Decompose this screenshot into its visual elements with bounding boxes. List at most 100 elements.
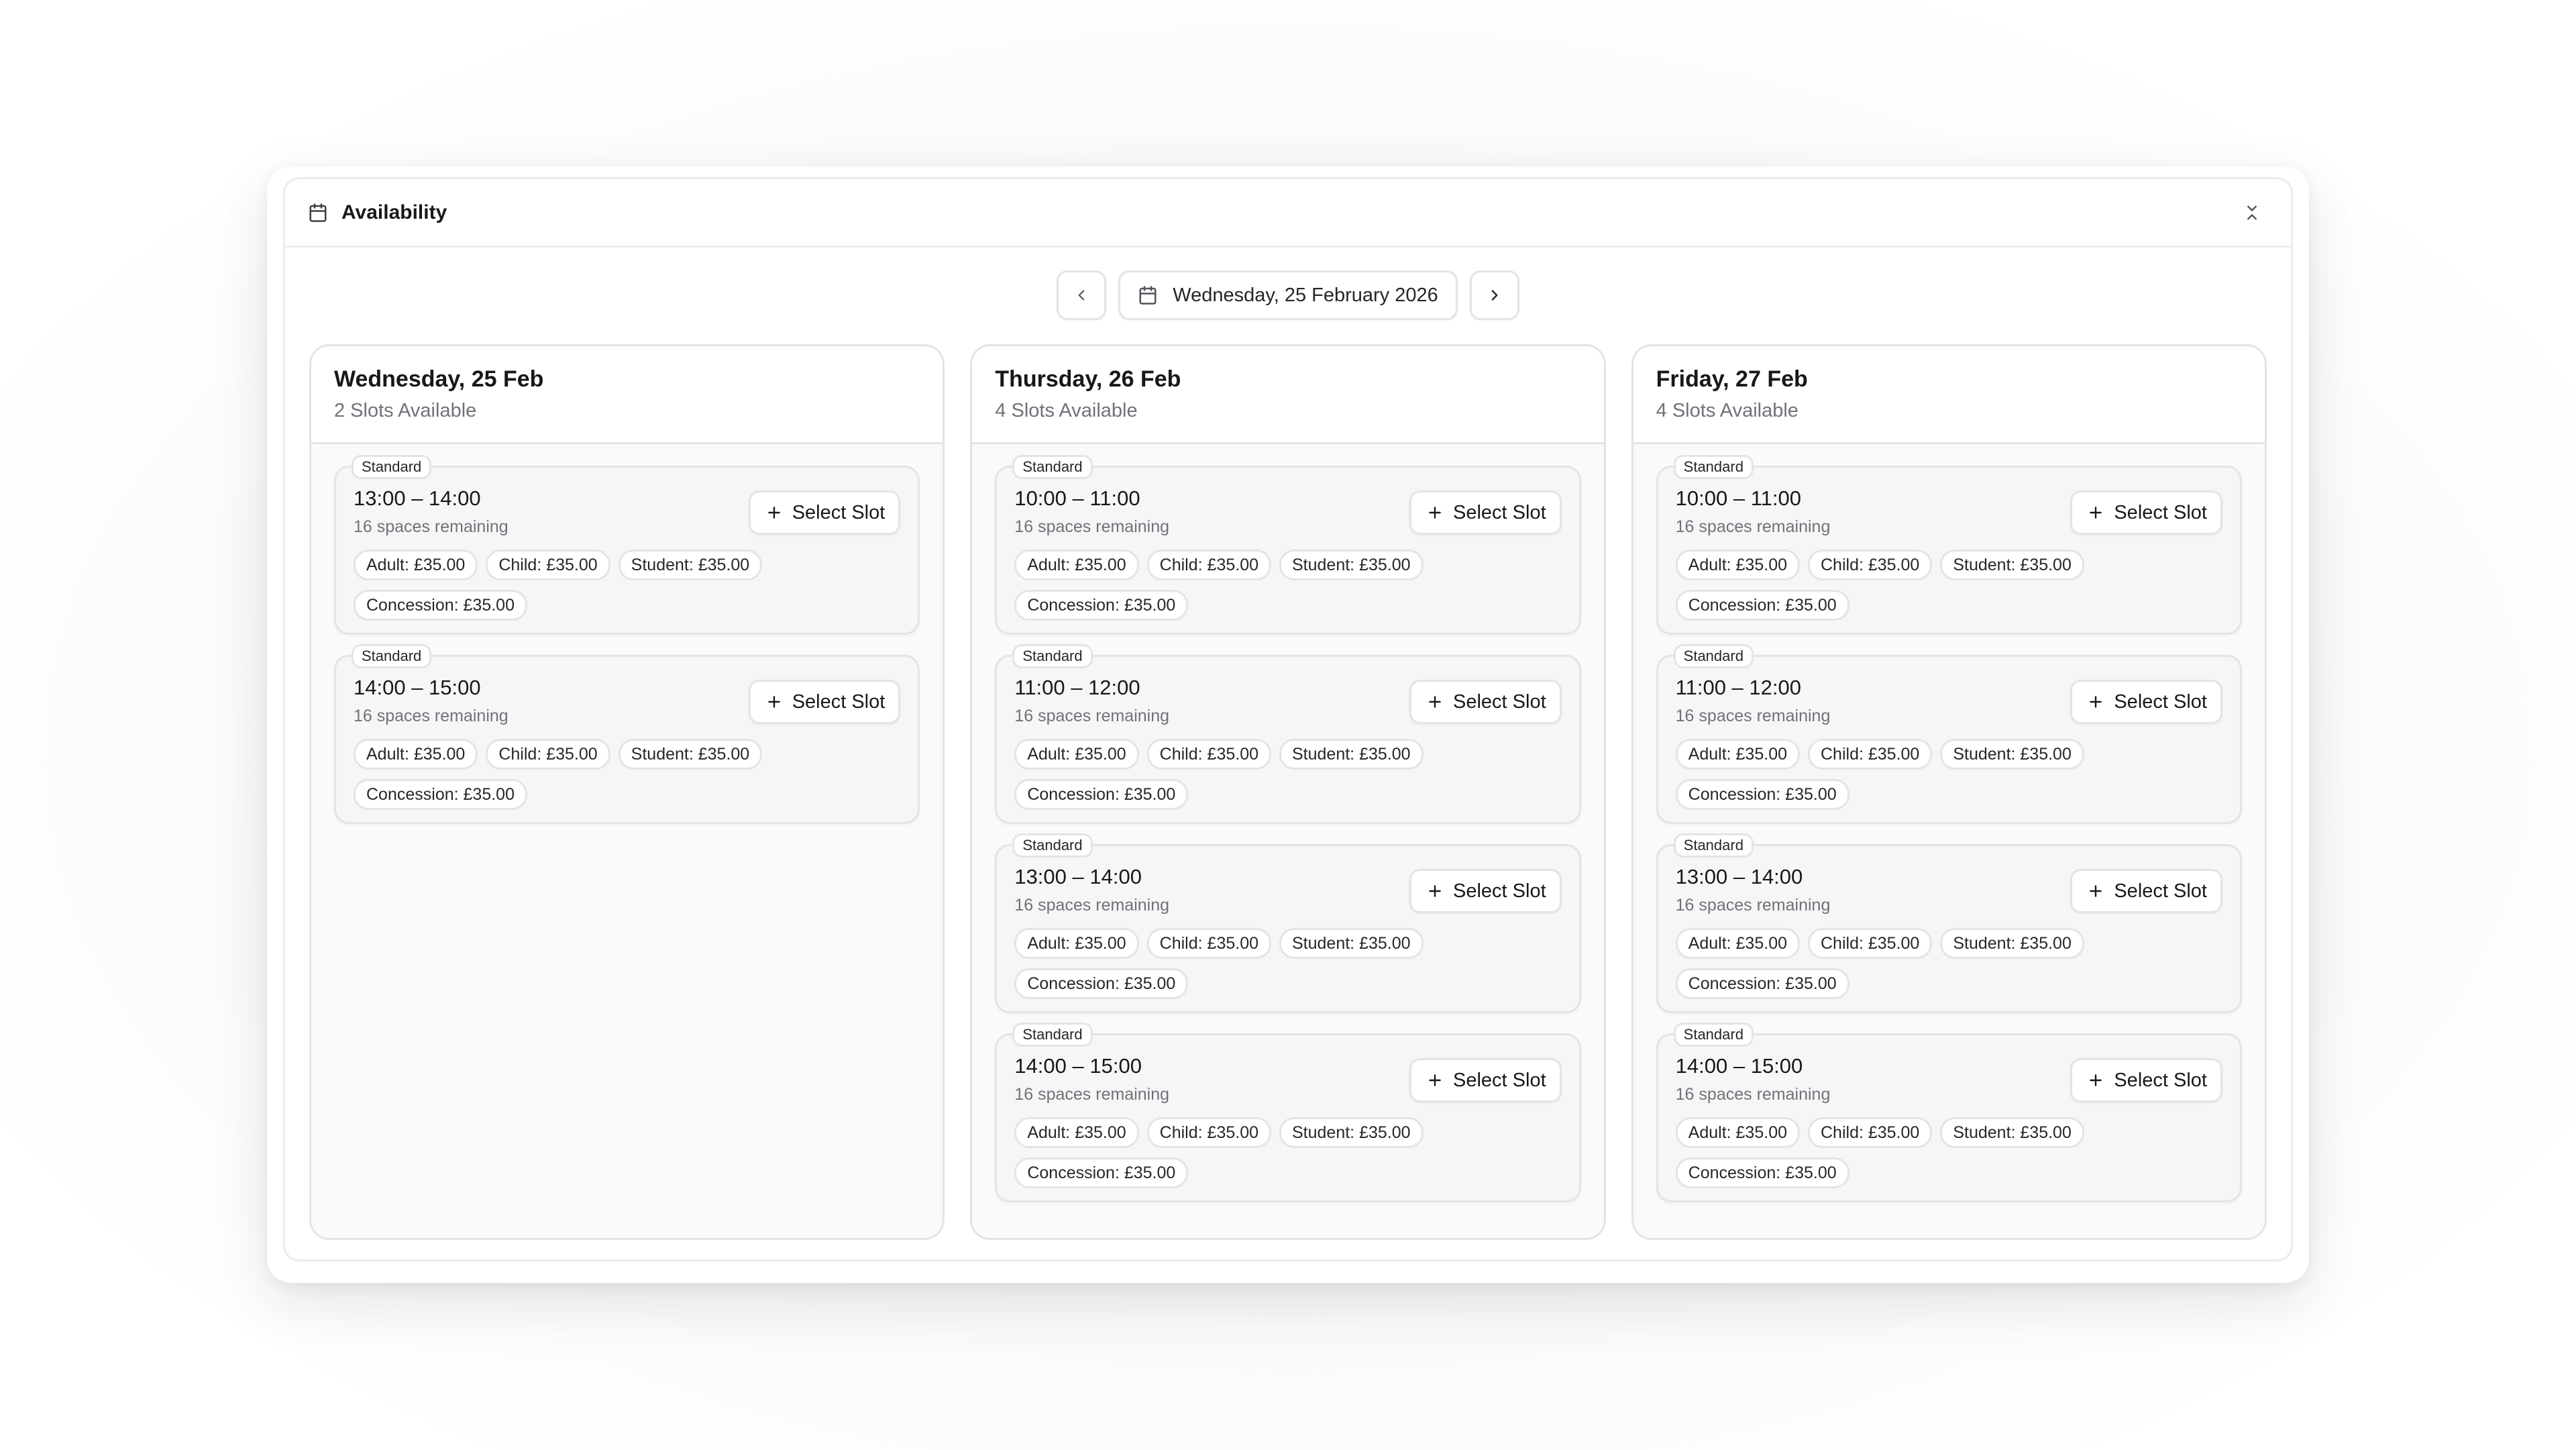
select-slot-button[interactable]: Select Slot xyxy=(2070,490,2222,535)
previous-day-button[interactable] xyxy=(1057,270,1107,320)
price-chip: Adult: £35.00 xyxy=(1675,739,1800,770)
slot-time: 10:00 – 11:00 xyxy=(1675,486,1801,510)
plus-icon xyxy=(2090,885,2102,897)
slot-info: 13:00 – 14:00 16 spaces remaining xyxy=(1676,864,1831,916)
spaces-remaining: 16 spaces remaining xyxy=(1014,517,1170,536)
slot-time: 11:00 – 12:00 xyxy=(1014,676,1140,699)
spaces-remaining: 16 spaces remaining xyxy=(354,707,508,725)
slot-card-top: 13:00 – 14:00 16 spaces remaining Select… xyxy=(1014,864,1562,916)
price-chip: Concession: £35.00 xyxy=(354,779,527,810)
select-slot-button[interactable]: Select Slot xyxy=(2070,869,2222,913)
slots-available-count: 2 Slots Available xyxy=(334,400,477,421)
slot-list: Standard 13:00 – 14:00 16 spaces remaini… xyxy=(311,444,943,824)
date-picker-button[interactable]: Wednesday, 25 February 2026 xyxy=(1118,270,1458,320)
price-list: Adult: £35.00 Child: £35.00 Student: £35.0… xyxy=(1014,928,1561,999)
price-chip: Student: £35.00 xyxy=(1940,1117,2084,1148)
day-column-header: Wednesday, 25 Feb 2 Slots Available xyxy=(311,346,943,444)
slot-card: 10:00 – 11:00 16 spaces remaining Select… xyxy=(1656,466,2242,635)
slot-item: Standard 14:00 – 15:00 16 spaces remaini… xyxy=(334,644,920,824)
slot-time: 14:00 – 15:00 xyxy=(1014,1054,1142,1078)
price-chip: Concession: £35.00 xyxy=(1014,968,1189,999)
date-navigator: Wednesday, 25 February 2026 xyxy=(309,270,2267,320)
price-chip: Child: £35.00 xyxy=(1146,739,1271,770)
select-slot-label: Select Slot xyxy=(2114,1069,2207,1091)
select-slot-button[interactable]: Select Slot xyxy=(1409,869,1562,913)
slot-card-top: 10:00 – 11:00 16 spaces remaining Select… xyxy=(1676,485,2222,537)
select-slot-button[interactable]: Select Slot xyxy=(748,490,901,535)
slot-info: 10:00 – 11:00 16 spaces remaining xyxy=(1676,485,1831,537)
price-chip: Adult: £35.00 xyxy=(1014,550,1139,580)
slot-item: Standard 13:00 – 14:00 16 spaces remaini… xyxy=(334,455,920,635)
slot-type-tag: Standard xyxy=(1012,1023,1093,1047)
slot-info: 11:00 – 12:00 16 spaces remaining xyxy=(1676,674,1831,727)
page-background: Availability Wednesday, 25 February 2026… xyxy=(0,0,2576,1450)
price-chip: Child: £35.00 xyxy=(1146,550,1271,580)
day-column: Thursday, 26 Feb 4 Slots Available Stand… xyxy=(970,344,1606,1240)
select-slot-label: Select Slot xyxy=(1453,880,1546,902)
price-chip: Concession: £35.00 xyxy=(1675,590,1849,621)
price-chip: Child: £35.00 xyxy=(1146,928,1271,959)
select-slot-button[interactable]: Select Slot xyxy=(1409,680,1562,724)
day-column: Wednesday, 25 Feb 2 Slots Available Stan… xyxy=(309,344,945,1240)
slot-info: 14:00 – 15:00 16 spaces remaining xyxy=(1676,1053,1831,1105)
slot-type-tag: Standard xyxy=(1673,644,1754,668)
price-chip: Student: £35.00 xyxy=(1940,928,2084,959)
slot-info: 14:00 – 15:00 16 spaces remaining xyxy=(354,674,508,727)
price-list: Adult: £35.00 Child: £35.00 Student: £35.0… xyxy=(1675,739,2222,810)
slot-card: 13:00 – 14:00 16 spaces remaining Select… xyxy=(995,844,1581,1013)
slot-type-tag: Standard xyxy=(1673,833,1754,858)
price-list: Adult: £35.00 Child: £35.00 Student: £35.0… xyxy=(1014,739,1561,810)
price-chip: Adult: £35.00 xyxy=(1675,550,1800,580)
spaces-remaining: 16 spaces remaining xyxy=(1014,1085,1170,1104)
slot-card-top: 14:00 – 15:00 16 spaces remaining Select… xyxy=(1676,1053,2222,1105)
price-list: Adult: £35.00 Child: £35.00 Student: £35.0… xyxy=(354,550,900,621)
slot-type-tag: Standard xyxy=(1673,455,1754,479)
price-chip: Student: £35.00 xyxy=(618,550,763,580)
slot-card-top: 10:00 – 11:00 16 spaces remaining Select… xyxy=(1014,485,1562,537)
slots-available-count: 4 Slots Available xyxy=(1656,400,1799,421)
select-slot-button[interactable]: Select Slot xyxy=(1409,490,1562,535)
select-slot-label: Select Slot xyxy=(2114,690,2207,713)
slot-item: Standard 14:00 – 15:00 16 spaces remaini… xyxy=(1656,1023,2242,1202)
select-slot-button[interactable]: Select Slot xyxy=(748,680,901,724)
plus-icon xyxy=(767,507,780,519)
next-day-button[interactable] xyxy=(1469,270,1519,320)
price-list: Adult: £35.00 Child: £35.00 Student: £35.0… xyxy=(1675,1117,2222,1188)
select-slot-button[interactable]: Select Slot xyxy=(2070,680,2222,724)
day-column: Friday, 27 Feb 4 Slots Available Standar… xyxy=(1631,344,2267,1240)
select-slot-button[interactable]: Select Slot xyxy=(1409,1058,1562,1102)
slot-card: 14:00 – 15:00 16 spaces remaining Select… xyxy=(334,655,920,824)
price-chip: Child: £35.00 xyxy=(486,550,610,580)
slot-time: 11:00 – 12:00 xyxy=(1675,676,1801,699)
price-chip: Student: £35.00 xyxy=(1279,928,1424,959)
slot-card-top: 14:00 – 15:00 16 spaces remaining Select… xyxy=(1014,1053,1562,1105)
slot-type-tag: Standard xyxy=(352,644,432,668)
collapse-button[interactable] xyxy=(2240,201,2264,225)
slot-item: Standard 10:00 – 11:00 16 spaces remaini… xyxy=(995,455,1581,635)
select-slot-button[interactable]: Select Slot xyxy=(2070,1058,2222,1102)
slot-time: 10:00 – 11:00 xyxy=(1014,486,1140,510)
price-chip: Adult: £35.00 xyxy=(354,739,478,770)
slot-time: 13:00 – 14:00 xyxy=(354,486,481,510)
price-chip: Child: £35.00 xyxy=(1808,928,1933,959)
select-slot-label: Select Slot xyxy=(2114,501,2207,523)
price-chip: Child: £35.00 xyxy=(1808,550,1933,580)
select-slot-label: Select Slot xyxy=(1453,501,1546,523)
slot-time: 13:00 – 14:00 xyxy=(1014,865,1142,888)
price-chip: Adult: £35.00 xyxy=(1014,739,1139,770)
plus-icon xyxy=(1429,696,1441,708)
availability-window: Availability Wednesday, 25 February 2026… xyxy=(267,166,2309,1283)
price-chip: Student: £35.00 xyxy=(1940,739,2084,770)
panel-header: Availability xyxy=(285,179,2291,248)
price-list: Adult: £35.00 Child: £35.00 Student: £35.0… xyxy=(1675,550,2222,621)
plus-icon xyxy=(1429,1074,1441,1086)
availability-panel: Availability Wednesday, 25 February 2026… xyxy=(283,177,2293,1261)
slot-info: 13:00 – 14:00 16 spaces remaining xyxy=(1014,864,1169,916)
price-chip: Student: £35.00 xyxy=(1940,550,2084,580)
slot-card: 14:00 – 15:00 16 spaces remaining Select… xyxy=(995,1033,1581,1202)
spaces-remaining: 16 spaces remaining xyxy=(1675,1085,1831,1104)
day-title: Friday, 27 Feb xyxy=(1656,366,1808,392)
spaces-remaining: 16 spaces remaining xyxy=(1014,707,1170,725)
day-title: Wednesday, 25 Feb xyxy=(334,366,544,392)
day-column-header: Friday, 27 Feb 4 Slots Available xyxy=(1633,346,2265,444)
